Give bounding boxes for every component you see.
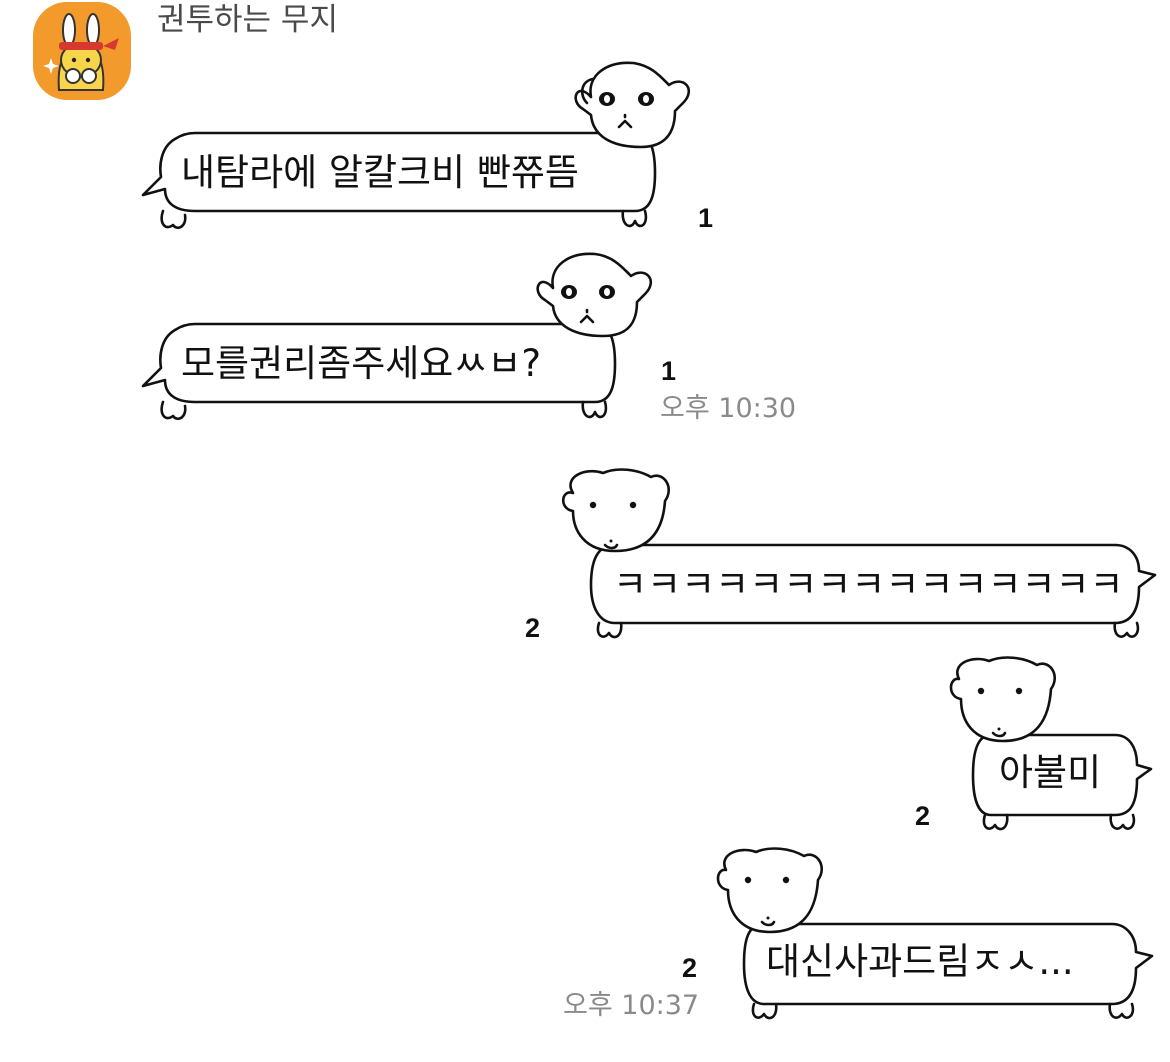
- message-bubble[interactable]: 아불미: [945, 655, 1155, 835]
- unread-count: 2: [915, 801, 931, 831]
- message-text: 모를권리좀주세요ㅆㅂ?: [181, 342, 542, 385]
- long-dog-bubble-icon: [141, 252, 652, 420]
- sender-name: 권투하는 무지: [157, 2, 338, 38]
- unread-count: 2: [682, 953, 698, 983]
- message-time: 오후 10:30: [660, 393, 797, 424]
- long-dog-bubble-icon: [716, 847, 1154, 1020]
- message-time: 오후 10:37: [563, 990, 700, 1021]
- message-bubble[interactable]: 대신사과드림ㅈㅅ...: [712, 847, 1155, 1028]
- unread-count: 1: [698, 203, 714, 233]
- long-dog-bubble-icon: [141, 61, 690, 229]
- message-text: 아불미: [999, 751, 1102, 794]
- long-dog-bubble-icon: [561, 468, 1157, 639]
- message-text: ㅋㅋㅋㅋㅋㅋㅋㅋㅋㅋㅋㅋㅋㅋㅋ: [613, 563, 1124, 606]
- unread-count: 1: [661, 356, 677, 386]
- message-bubble[interactable]: 모를권리좀주세요ㅆㅂ?: [135, 248, 655, 428]
- message-bubble[interactable]: 내탐라에 알칼크비 빤쮸뜸: [135, 55, 695, 235]
- message-bubble[interactable]: ㅋㅋㅋㅋㅋㅋㅋㅋㅋㅋㅋㅋㅋㅋㅋ: [555, 465, 1157, 645]
- unread-count: 2: [525, 613, 541, 643]
- long-dog-bubble-icon: [949, 656, 1153, 831]
- muzi-boxer-avatar-icon: [43, 13, 119, 91]
- message-text: 내탐라에 알칼크비 빤쮸뜸: [181, 151, 579, 194]
- message-text: 대신사과드림ㅈㅅ...: [766, 940, 1074, 983]
- sender-avatar[interactable]: [33, 2, 131, 100]
